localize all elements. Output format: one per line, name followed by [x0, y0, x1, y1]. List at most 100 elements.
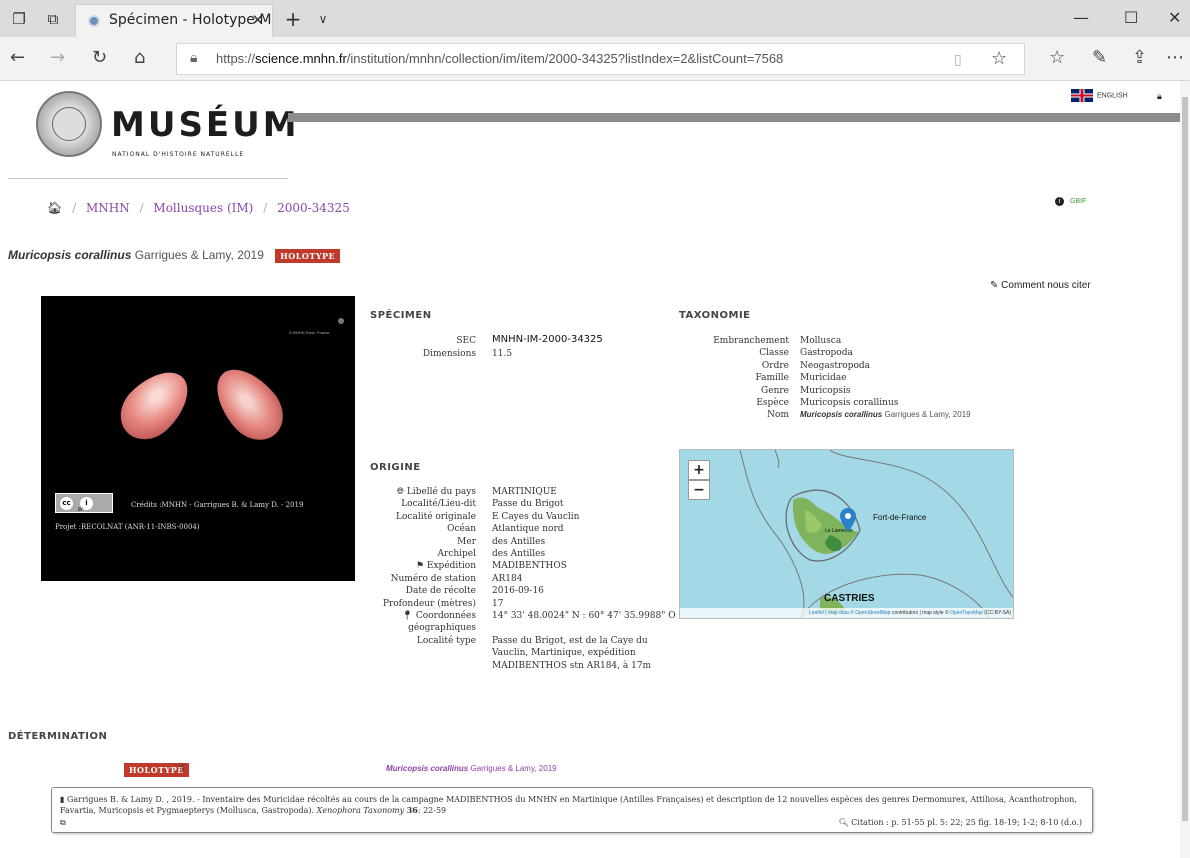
- gbif-logo: GBIF: [1070, 198, 1087, 205]
- favorite-star-icon[interactable]: ☆: [991, 49, 1007, 69]
- value-localite-originale: E Cayes du Vauclin: [492, 511, 580, 522]
- shell-left: [109, 359, 201, 451]
- favorites-icon[interactable]: ☆: [1049, 48, 1065, 68]
- gbif-link[interactable]: i GBIF: [1055, 197, 1086, 206]
- flag-icon: ⚑: [415, 561, 425, 572]
- link-genre[interactable]: Muricopsis: [800, 385, 851, 397]
- cite-link[interactable]: ✎ Comment nous citer: [990, 280, 1091, 291]
- share-icon[interactable]: ⇪: [1132, 48, 1147, 68]
- map-zoom-in-button[interactable]: +: [688, 460, 710, 480]
- pencil-icon: ✎: [990, 280, 999, 291]
- label-localite-type: Localité type: [416, 635, 476, 646]
- origine-table: 🌐︎ Libellé du pays MARTINIQUE Localité/L…: [370, 486, 680, 716]
- refresh-icon[interactable]: ↻: [92, 48, 107, 68]
- value-ordre: Neogastropoda: [800, 360, 871, 371]
- home-icon[interactable]: ⌂: [134, 48, 145, 68]
- url-input[interactable]: 🔒︎ https://science.mnhn.fr/institution/m…: [176, 43, 1025, 75]
- map-zoom-out-button[interactable]: −: [688, 480, 710, 500]
- label-ordre: Ordre: [761, 360, 789, 371]
- section-specimen-title: SPÉCIMEN: [370, 310, 432, 321]
- location-map[interactable]: + − Fort-de-France Le Lamentin CASTRIES …: [679, 449, 1014, 619]
- taxonomie-table: Embranchement Mollusca Classe Gastropoda…: [679, 335, 1009, 425]
- breadcrumb-collection[interactable]: Mollusques (IM): [153, 201, 253, 215]
- tab-title: Spécimen - Holotype M: [109, 12, 272, 28]
- link-expedition[interactable]: MADIBENTHOS: [492, 560, 567, 572]
- reading-view-icon[interactable]: ▯: [954, 50, 962, 70]
- value-dimensions: 11.5: [492, 349, 513, 359]
- info-icon[interactable]: i: [1055, 197, 1064, 206]
- breadcrumb-item[interactable]: 2000-34325: [277, 201, 350, 215]
- determination-species: Muricopsis corallinus Garrigues & Lamy, …: [386, 764, 557, 773]
- browser-tab[interactable]: Spécimen - Holotype M ✕: [75, 4, 273, 37]
- back-icon[interactable]: ←: [10, 48, 25, 68]
- value-archipel: des Antilles: [492, 549, 546, 559]
- search-icon: 🔍︎: [838, 818, 849, 827]
- section-determination-title: DÉTERMINATION: [8, 731, 108, 742]
- leaflet-link[interactable]: Leaflet: [809, 610, 824, 616]
- login-lock-icon[interactable]: 🔒︎: [1157, 92, 1162, 102]
- label-famille: Famille: [755, 373, 790, 384]
- specimen-table: SEC MNHN-IM-2000-34325 Dimensions 11.5: [370, 334, 670, 365]
- section-origine-title: ORIGINE: [370, 462, 421, 473]
- uk-flag-icon: [1071, 89, 1093, 102]
- label-localite-originale: Localité originale: [396, 511, 476, 522]
- close-tab-icon[interactable]: ✕: [251, 11, 264, 29]
- minimize-icon[interactable]: —: [1073, 8, 1089, 27]
- header-bar: [288, 113, 1180, 122]
- osm-link[interactable]: OpenStreetMap: [855, 610, 890, 616]
- label-classe: Classe: [759, 348, 789, 359]
- value-mer: des Antilles: [492, 536, 546, 547]
- forward-icon[interactable]: →: [50, 48, 65, 68]
- maximize-icon[interactable]: ☐: [1124, 8, 1138, 27]
- document-icon[interactable]: 🗎: [178, 763, 184, 777]
- label-coordonnees: 📍︎ Coordonnées: [401, 611, 476, 621]
- new-tab-button[interactable]: +: [282, 8, 304, 30]
- link-pays[interactable]: MARTINIQUE: [492, 486, 557, 498]
- museum-seal-icon: [36, 91, 102, 157]
- shell-right: [203, 356, 295, 452]
- value-nom: Muricopsis corallinus Garrigues & Lamy, …: [800, 410, 971, 420]
- label-geographiques: géographiques: [408, 623, 476, 634]
- language-switch[interactable]: ENGLISH: [1071, 89, 1128, 102]
- citation-text: 🔍︎ Citation : p. 51-55 pl. 5: 22; 25 fig…: [838, 818, 1082, 827]
- value-embranchement: Mollusca: [800, 336, 842, 346]
- value-localite: Passe du Brigot: [492, 499, 564, 510]
- map-marker-icon[interactable]: [840, 508, 856, 532]
- link-station[interactable]: AR184: [492, 573, 522, 585]
- museum-subtitle: NATIONAL D'HISTOIRE NATURELLE: [112, 151, 245, 158]
- reference-text: ▮ Garrigues B. & Lamy D. , 2019. - Inven…: [60, 795, 1077, 815]
- tab-actions-icon[interactable]: ❐: [8, 8, 30, 30]
- pen-icon[interactable]: ✎: [1092, 48, 1107, 68]
- breadcrumb-mnhn[interactable]: MNHN: [86, 201, 130, 215]
- cc-license-icon[interactable]: cc i BY: [55, 493, 113, 513]
- value-ocean: Atlantique nord: [492, 524, 564, 535]
- label-nom: Nom: [767, 410, 789, 421]
- tab-menu-icon[interactable]: ∨: [312, 8, 334, 30]
- value-localite-type-3: MADIBENTHOS stn AR184, à 17m: [492, 660, 652, 671]
- label-profondeur: Profondeur (mètres): [382, 598, 476, 609]
- web-page: MUSÉUM NATIONAL D'HISTOIRE NATURELLE ENG…: [0, 81, 1180, 858]
- museum-logo[interactable]: MUSÉUM NATIONAL D'HISTOIRE NATURELLE: [8, 81, 297, 179]
- page-scrollbar[interactable]: [1180, 81, 1190, 858]
- label-ocean: Océan: [447, 524, 476, 535]
- lock-icon: 🔒︎: [190, 50, 198, 66]
- home-icon[interactable]: 🏠︎: [47, 201, 62, 215]
- otm-link[interactable]: OpenTopoMap: [950, 610, 983, 616]
- label-archipel: Archipel: [437, 549, 476, 559]
- value-sec: MNHN-IM-2000-34325: [492, 334, 603, 345]
- photo-dot: [338, 318, 344, 324]
- specimen-photo[interactable]: Z MNHN Paris, France cc i BY Crédits :MNH…: [41, 296, 355, 581]
- scrollbar-thumb[interactable]: [1182, 97, 1188, 821]
- value-profondeur: 17: [492, 598, 504, 609]
- favicon-icon: [88, 15, 100, 27]
- tab-switcher-icon[interactable]: ⧉: [42, 8, 64, 30]
- close-window-icon[interactable]: ✕: [1168, 8, 1181, 27]
- more-icon[interactable]: ⋯: [1166, 48, 1184, 68]
- species-name: Muricopsis corallinus: [8, 248, 132, 262]
- label-genre: Genre: [761, 385, 789, 396]
- photo-credits: Crédits :MNHN - Garrigues B. & Lamy D. -…: [131, 501, 304, 509]
- label-localite: Localité/Lieu-dit: [401, 499, 476, 510]
- link-espece[interactable]: Muricopsis corallinus: [800, 397, 898, 409]
- external-link-icon[interactable]: ⧉: [60, 818, 66, 828]
- address-bar-area: ← → ↻ ⌂ 🔒︎ https://science.mnhn.fr/insti…: [0, 37, 1190, 81]
